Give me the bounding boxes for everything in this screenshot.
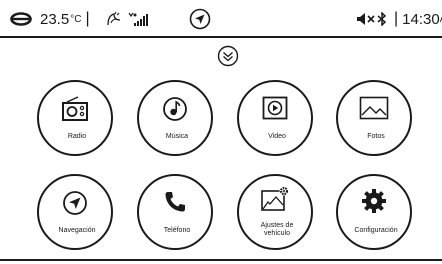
app-circle[interactable]: Configuración — [336, 174, 412, 250]
app-label: Navegación — [58, 227, 96, 234]
navigation-icon — [63, 191, 87, 215]
volume-muted-icon[interactable] — [356, 0, 376, 38]
bottom-divider — [0, 259, 442, 261]
brand-logo-icon — [10, 0, 32, 38]
video-icon — [262, 96, 288, 120]
temperature-readout: 23.5 °C | — [40, 0, 94, 38]
app-label: Fotos — [367, 133, 385, 140]
app-circle[interactable]: Radio — [37, 80, 113, 156]
status-bar: 23.5 °C | | 14:30 — [0, 0, 442, 38]
app-tile-radio[interactable]: Radio — [37, 80, 113, 170]
vehicle-settings-icon — [261, 186, 289, 211]
app-tile-phone[interactable]: Teléfono — [137, 174, 213, 264]
temperature-value: 23.5 — [40, 10, 70, 28]
temperature-unit: °C — [70, 13, 82, 25]
cellular-signal-icon — [128, 0, 150, 38]
app-circle[interactable]: Navegación — [37, 174, 113, 250]
bluetooth-icon — [377, 0, 387, 38]
app-label-line1: Ajustes de — [260, 222, 294, 229]
status-separator: | — [85, 10, 90, 27]
radio-icon — [62, 96, 88, 121]
app-label-line2: vehículo — [263, 230, 291, 237]
app-tile-navigation[interactable]: Navegación — [37, 174, 113, 264]
app-label: Video — [268, 133, 286, 140]
app-circle[interactable]: Ajustes de vehículo — [237, 174, 313, 250]
app-tile-video[interactable]: Video — [237, 80, 313, 170]
app-circle[interactable]: Música — [137, 80, 213, 156]
app-label: Ajustes de vehículo — [239, 222, 315, 238]
settings-gear-icon — [362, 189, 386, 213]
app-circle[interactable]: Fotos — [336, 80, 412, 156]
app-tile-configuration[interactable]: Configuración — [336, 174, 412, 264]
phone-icon — [165, 192, 185, 212]
app-label: Teléfono — [163, 227, 191, 234]
app-tile-photos[interactable]: Fotos — [336, 80, 412, 170]
time-separator: | — [394, 10, 399, 27]
clock: | 14:30AM — [390, 0, 442, 38]
app-label: Configuración — [354, 227, 398, 234]
climate-fan-icon — [105, 0, 123, 38]
music-icon — [163, 97, 187, 121]
clock-time: 14:30 — [402, 10, 440, 28]
app-label: Radio — [67, 133, 87, 140]
app-label: Música — [165, 133, 189, 140]
app-tile-music[interactable]: Música — [137, 80, 213, 170]
app-tile-vehicle-settings[interactable]: Ajustes de vehículo — [237, 174, 313, 264]
app-circle[interactable]: Teléfono — [137, 174, 213, 250]
double-chevron-down-icon — [217, 45, 239, 67]
photos-icon — [359, 96, 389, 120]
expand-chevron-button[interactable] — [217, 45, 239, 67]
app-circle[interactable]: Video — [237, 80, 313, 156]
navigation-status-icon[interactable] — [189, 0, 211, 38]
